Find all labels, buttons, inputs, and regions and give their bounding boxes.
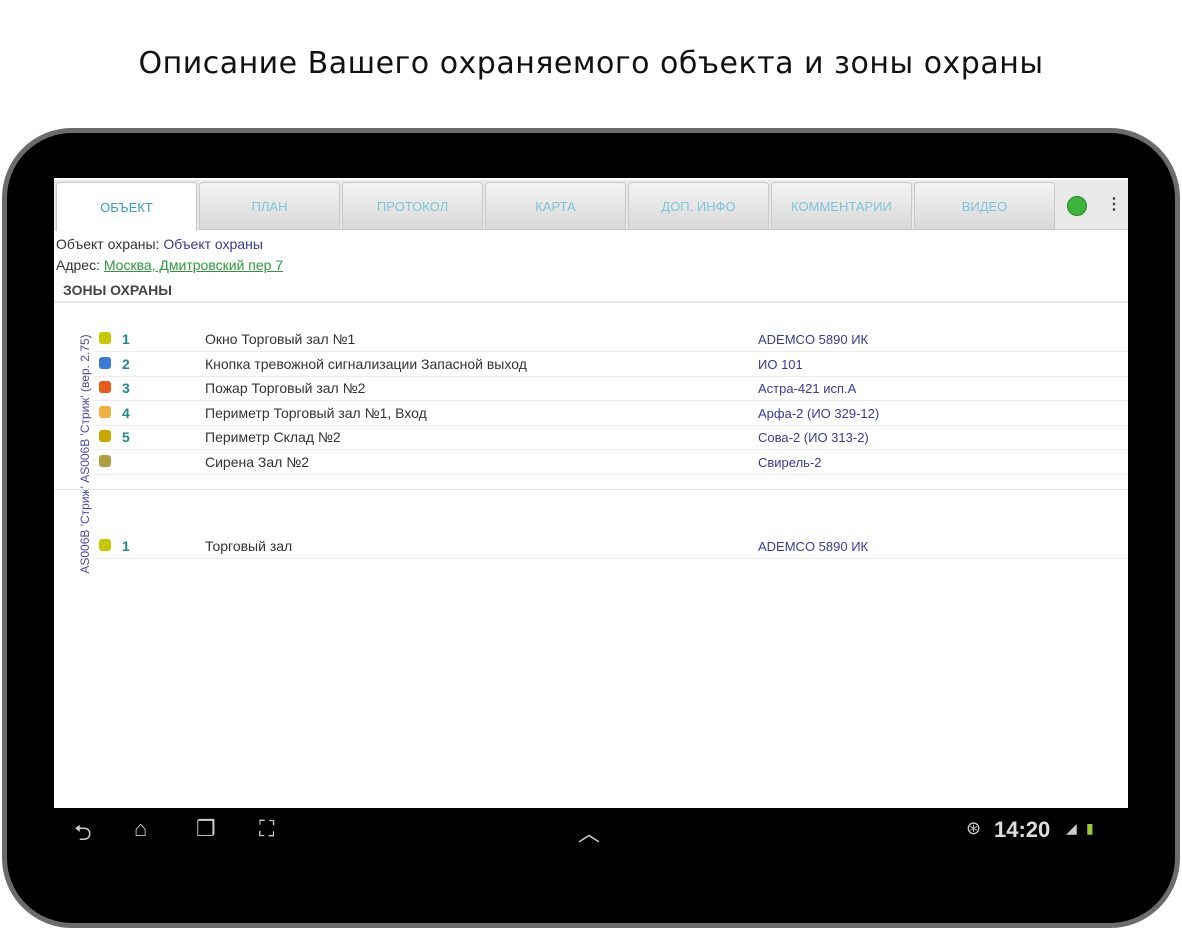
object-value: Объект охраны	[163, 236, 263, 252]
sync-icon: ⊛	[966, 818, 982, 838]
recent-apps-icon[interactable]: ❐	[196, 816, 216, 842]
system-nav-bar: ⮌ ⌂ ❐ ⛶ ︿ ⊛ 14:20 ◢ ▮	[54, 808, 1128, 854]
zone-number: 1	[122, 331, 130, 347]
address-line: Адрес: Москва, Дмитровский пер 7	[56, 257, 283, 273]
screenshot-icon[interactable]: ⛶	[259, 816, 274, 842]
tab-plan[interactable]: ПЛАН	[199, 182, 340, 230]
siren-icon	[99, 454, 111, 467]
address-label: Адрес:	[56, 257, 100, 273]
zone-device: ADEMCO 5890 ИК	[758, 332, 869, 347]
back-icon[interactable]: ⮌	[74, 816, 92, 854]
zone-name: Периметр Торговый зал №1, Вход	[205, 404, 427, 421]
zones-header: ЗОНЫ ОХРАНЫ	[63, 282, 172, 298]
signal-icon: ◢	[1066, 820, 1077, 836]
zone-name: Пожар Торговый зал №2	[205, 380, 366, 396]
app-screen: ОБЪЕКТ ПЛАН ПРОТОКОЛ КАРТА ДОП. ИНФО КОМ…	[54, 178, 1128, 808]
chevron-up-icon[interactable]: ︿	[578, 816, 600, 848]
zone-row[interactable]: 1 Торговый зал ADEMCO 5890 ИК	[94, 535, 1128, 559]
connection-status-icon	[1067, 196, 1087, 216]
zone-name: Окно Торговый зал №1	[205, 331, 356, 347]
zone-row[interactable]: Сирена Зал №2 Свирель-2	[94, 451, 1128, 475]
tab-video[interactable]: ВИДЕО	[914, 182, 1055, 230]
zone-number: 5	[122, 429, 130, 445]
zone-device: ADEMCO 5890 ИК	[758, 539, 869, 554]
zone-number: 1	[122, 538, 130, 554]
home-icon[interactable]: ⌂	[134, 816, 147, 842]
zone-name: Кнопка тревожной сигнализации Запасной в…	[205, 355, 527, 372]
tab-object[interactable]: ОБЪЕКТ	[56, 182, 197, 231]
zone-device: Сова-2 (ИО 313-2)	[758, 430, 869, 445]
divider	[54, 301, 1128, 303]
zone-row[interactable]: 5 Периметр Склад №2 Сова-2 (ИО 313-2)	[94, 426, 1128, 450]
perimeter-alert-icon	[99, 430, 111, 442]
perimeter-icon	[99, 405, 111, 418]
object-label: Объект охраны:	[56, 236, 160, 252]
device-label: AS006B 'Стриж' AS006B 'Стриж' (вер. 2.75…	[78, 334, 92, 574]
object-line: Объект охраны: Объект охраны	[56, 236, 263, 252]
address-link[interactable]: Москва, Дмитровский пер 7	[104, 257, 283, 273]
zone-name: Торговый зал	[205, 538, 293, 554]
panic-button-icon	[99, 356, 111, 369]
zone-name: Периметр Склад №2	[205, 429, 341, 445]
tab-extra-info[interactable]: ДОП. ИНФО	[628, 182, 769, 230]
zone-name: Сирена Зал №2	[205, 453, 310, 470]
zone-row[interactable]: 1 Окно Торговый зал №1 ADEMCO 5890 ИК	[94, 328, 1128, 352]
zone-device: ИО 101	[758, 356, 803, 372]
tab-comments[interactable]: КОММЕНТАРИИ	[771, 182, 912, 230]
zone-row[interactable]: 4 Периметр Торговый зал №1, Вход Арфа-2 …	[94, 402, 1128, 426]
divider	[54, 489, 1128, 490]
clock: 14:20	[994, 817, 1051, 842]
zone-row[interactable]: 2 Кнопка тревожной сигнализации Запасной…	[94, 353, 1128, 377]
zone-number: 4	[122, 404, 130, 421]
tab-bar: ОБЪЕКТ ПЛАН ПРОТОКОЛ КАРТА ДОП. ИНФО КОМ…	[54, 180, 1128, 231]
zone-device: Арфа-2 (ИО 329-12)	[758, 405, 880, 421]
caption: Описание Вашего охраняемого объекта и зо…	[138, 46, 1044, 81]
zone-device: Астра-421 исп.А	[758, 381, 857, 396]
battery-icon: ▮	[1086, 820, 1094, 836]
window-sensor-icon	[99, 539, 111, 551]
zone-number: 2	[122, 355, 130, 372]
tab-protocol[interactable]: ПРОТОКОЛ	[342, 182, 483, 230]
zone-number: 3	[122, 380, 130, 396]
overflow-menu-icon[interactable]: ⋮	[1106, 194, 1122, 214]
window-sensor-icon	[99, 332, 111, 344]
zone-device: Свирель-2	[758, 454, 822, 470]
tab-map[interactable]: КАРТА	[485, 182, 626, 230]
zone-row[interactable]: 3 Пожар Торговый зал №2 Астра-421 исп.А	[94, 377, 1128, 401]
fire-icon	[99, 381, 111, 393]
